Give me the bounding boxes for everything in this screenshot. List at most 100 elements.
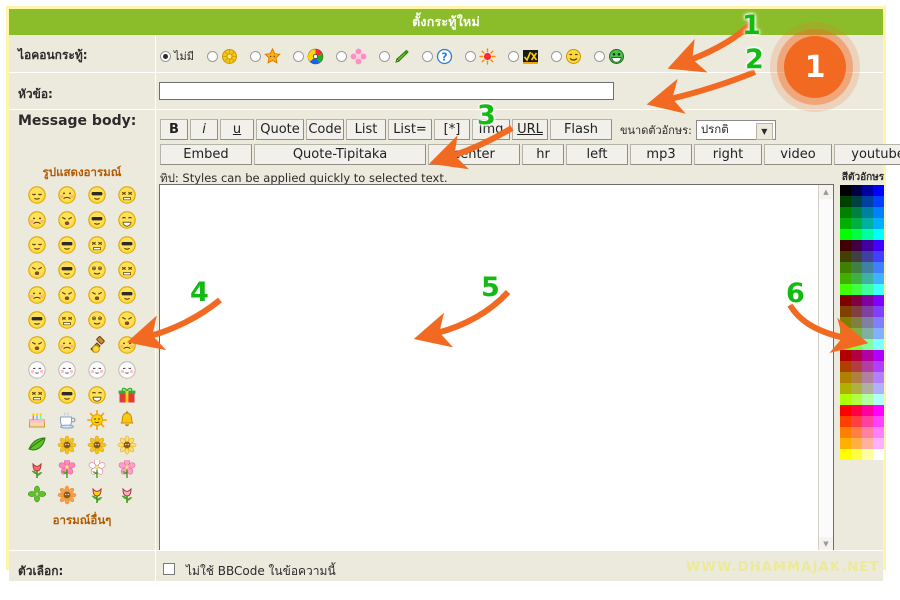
color-swatch[interactable] <box>862 416 873 427</box>
radio-pen[interactable] <box>379 50 391 62</box>
color-wheel-icon[interactable] <box>307 48 324 65</box>
color-swatch[interactable] <box>873 273 884 284</box>
topic-icon-options[interactable]: ไม่มี ? <box>160 46 637 66</box>
smiley-whistle[interactable] <box>82 257 112 282</box>
yellow-smiley-icon[interactable] <box>565 48 582 65</box>
smiley-angry[interactable] <box>52 257 82 282</box>
color-swatch[interactable] <box>851 251 862 262</box>
color-swatch[interactable] <box>862 262 873 273</box>
disable-bbcode-checkbox[interactable] <box>163 563 175 575</box>
color-swatch[interactable] <box>862 427 873 438</box>
bell-icon[interactable] <box>112 407 142 432</box>
code-button[interactable]: Code <box>306 119 344 140</box>
color-swatch[interactable] <box>851 383 862 394</box>
icon-option-pink-flower[interactable] <box>336 48 374 65</box>
pink-tulip-icon[interactable] <box>112 482 142 507</box>
color-swatch[interactable] <box>862 306 873 317</box>
orange-star-icon[interactable] <box>264 47 281 65</box>
color-swatch[interactable] <box>851 196 862 207</box>
smiley-wonder[interactable] <box>82 232 112 257</box>
color-swatch[interactable] <box>840 306 851 317</box>
green-smiley-icon[interactable] <box>608 48 625 65</box>
color-swatch[interactable] <box>873 339 884 350</box>
color-swatch[interactable] <box>840 218 851 229</box>
underline-button[interactable]: u <box>220 119 254 140</box>
yellow-flower-icon[interactable] <box>52 432 82 457</box>
color-swatch[interactable] <box>840 328 851 339</box>
color-swatch[interactable] <box>840 229 851 240</box>
quote-tipitaka-button[interactable]: Quote-Tipitaka <box>254 144 426 165</box>
chevron-down-icon[interactable]: ▼ <box>755 122 773 140</box>
color-swatch[interactable] <box>862 372 873 383</box>
color-swatch[interactable] <box>873 262 884 273</box>
icon-option-star[interactable] <box>250 47 288 65</box>
pink-flower-icon[interactable] <box>52 457 82 482</box>
radio-question[interactable] <box>422 50 434 62</box>
color-swatch[interactable] <box>851 449 862 460</box>
color-swatch[interactable] <box>862 317 873 328</box>
smiley-surprised[interactable] <box>22 232 52 257</box>
color-swatch[interactable] <box>862 218 873 229</box>
smiley-scream[interactable] <box>112 182 142 207</box>
radio-none[interactable] <box>160 50 171 62</box>
yellow-tulip-icon[interactable] <box>82 482 112 507</box>
message-textarea[interactable]: ▲ ▼ <box>159 184 834 552</box>
icon-option-colorwheel[interactable] <box>293 48 331 65</box>
color-swatch[interactable] <box>862 185 873 196</box>
color-swatch[interactable] <box>851 405 862 416</box>
color-swatch[interactable] <box>873 361 884 372</box>
color-swatch[interactable] <box>840 196 851 207</box>
color-swatch[interactable] <box>862 438 873 449</box>
icon-option-yellow-flower[interactable] <box>207 48 245 65</box>
smiley-teeth[interactable] <box>112 282 142 307</box>
color-swatch[interactable] <box>840 427 851 438</box>
color-swatch[interactable] <box>840 251 851 262</box>
color-swatch[interactable] <box>851 185 862 196</box>
color-swatch[interactable] <box>862 405 873 416</box>
hr-button[interactable]: hr <box>522 144 564 165</box>
color-swatch[interactable] <box>840 273 851 284</box>
color-palette-grid[interactable] <box>840 185 884 460</box>
color-swatch[interactable] <box>851 339 862 350</box>
smiley-sunglasses[interactable] <box>82 282 112 307</box>
sparkle-flower-icon[interactable] <box>112 432 142 457</box>
color-swatch[interactable] <box>851 416 862 427</box>
smiley-flushed-red[interactable] <box>52 332 82 357</box>
sunflower-icon[interactable] <box>82 432 112 457</box>
color-swatch[interactable] <box>873 416 884 427</box>
color-swatch[interactable] <box>851 273 862 284</box>
color-swatch[interactable] <box>862 207 873 218</box>
smiley-shush[interactable] <box>112 232 142 257</box>
color-swatch[interactable] <box>851 372 862 383</box>
smiley-white-1[interactable] <box>22 357 52 382</box>
color-swatch[interactable] <box>851 427 862 438</box>
color-swatch[interactable] <box>851 240 862 251</box>
sun-icon[interactable] <box>82 407 112 432</box>
smiley-sad[interactable] <box>52 282 82 307</box>
color-swatch[interactable] <box>873 383 884 394</box>
smiley-wink[interactable] <box>22 282 52 307</box>
color-swatch[interactable] <box>862 284 873 295</box>
birthday-cake-icon[interactable] <box>22 407 52 432</box>
color-swatch[interactable] <box>873 317 884 328</box>
color-swatch[interactable] <box>840 449 851 460</box>
color-swatch[interactable] <box>851 394 862 405</box>
radio-star[interactable] <box>250 50 262 62</box>
smiley-kiss[interactable] <box>22 207 52 232</box>
left-button[interactable]: left <box>566 144 628 165</box>
color-swatch[interactable] <box>851 262 862 273</box>
smiley-smirk[interactable] <box>82 182 112 207</box>
leaf-icon[interactable] <box>22 432 52 457</box>
color-swatch[interactable] <box>840 372 851 383</box>
color-swatch[interactable] <box>840 317 851 328</box>
flash-button[interactable]: Flash <box>550 119 612 140</box>
color-swatch[interactable] <box>862 383 873 394</box>
smiley-vampire[interactable] <box>82 307 112 332</box>
teacup-icon[interactable] <box>52 407 82 432</box>
color-swatch[interactable] <box>873 218 884 229</box>
color-swatch[interactable] <box>873 438 884 449</box>
color-swatch[interactable] <box>840 295 851 306</box>
color-swatch[interactable] <box>873 196 884 207</box>
color-swatch[interactable] <box>873 251 884 262</box>
color-swatch[interactable] <box>840 350 851 361</box>
